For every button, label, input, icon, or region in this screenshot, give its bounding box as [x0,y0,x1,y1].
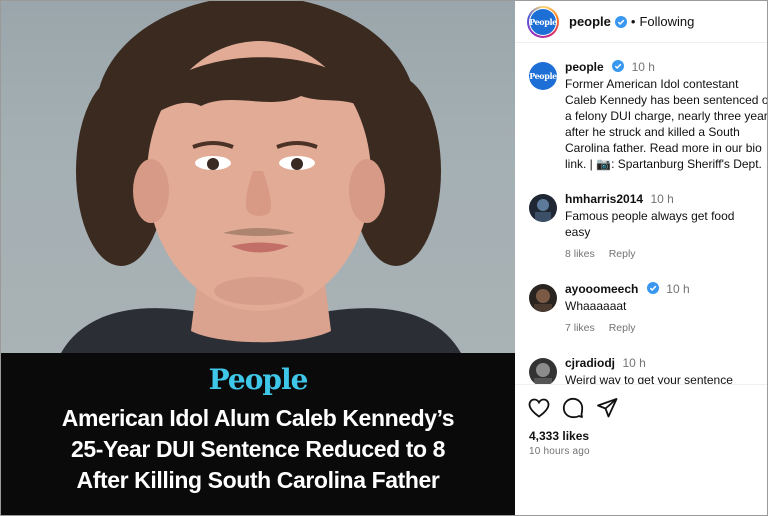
comment-username[interactable]: cjradiodj [565,356,615,370]
reply-button[interactable]: Reply [609,322,636,334]
comment-username[interactable]: hmharris2014 [565,192,643,206]
verified-badge-icon [614,15,627,28]
comment-icon[interactable] [561,396,585,420]
caption-username[interactable]: people [565,60,604,74]
post-header: People people • Following [515,1,767,43]
likes-count[interactable]: 4,333 likes [529,429,589,443]
commenter-avatar[interactable] [529,194,557,222]
commenter-avatar[interactable] [529,358,557,384]
comment-time: 10 h [666,282,690,296]
headline-line: American Idol Alum Caleb Kennedy’s [61,405,455,431]
people-avatar-logo: People [529,8,557,35]
post-timestamp: 10 hours ago [529,446,590,457]
caption-avatar[interactable]: People [529,62,557,90]
separator-dot: • [630,14,636,29]
comment-username[interactable]: ayooomeech [565,282,638,296]
comment-text: Famous people always get food [565,209,735,223]
caption-line: Carolina father. Read more in our bio [565,141,762,155]
post-image[interactable]: People American Idol Alum Caleb Kennedy’… [1,1,515,515]
headline-line: After Killing South Carolina Father [76,467,440,493]
caption-line: after he struck and killed a South [565,125,740,139]
comment-text: easy [565,225,591,239]
commenter-avatar[interactable] [529,284,557,312]
caption-line: link. | 📷: Spartanburg Sheriff's Dept. [565,157,762,171]
comments-section[interactable]: People people 10 h Former American Idol … [515,44,767,384]
headline-line: 25-Year DUI Sentence Reduced to 8 [70,436,446,462]
caption-line: Former American Idol contestant [565,77,739,91]
post-actions: 4,333 likes 10 hours ago [515,384,767,515]
profile-avatar[interactable]: People [527,5,559,38]
caption-line: Caleb Kennedy has been sentenced on [565,93,767,107]
caption-time: 10 h [631,60,655,74]
headline: American Idol Alum Caleb Kennedy’s 25-Ye… [1,403,515,496]
comment-time: 10 h [622,356,646,370]
headline-panel: People American Idol Alum Caleb Kennedy’… [1,353,515,515]
caption-line: a felony DUI charge, nearly three years [565,109,767,123]
header-username[interactable]: people [569,14,611,29]
comment-text: Weird way to get your sentence [565,373,733,384]
share-icon[interactable] [595,396,619,420]
instagram-panel: People people • Following People people … [515,1,767,515]
comment-text: Whaaaaaat [565,299,627,313]
mugshot-photo [1,1,515,353]
people-logo: People [208,363,309,396]
comment-time: 10 h [650,192,674,206]
heart-icon[interactable] [527,396,551,420]
reply-button[interactable]: Reply [609,248,636,260]
mugshot-illustration [61,1,461,353]
comment-likes[interactable]: 8 likes [565,248,595,260]
comment-likes[interactable]: 7 likes [565,322,595,334]
verified-badge-icon [612,60,625,72]
following-button[interactable]: Following [639,14,694,29]
verified-badge-icon [646,282,659,294]
